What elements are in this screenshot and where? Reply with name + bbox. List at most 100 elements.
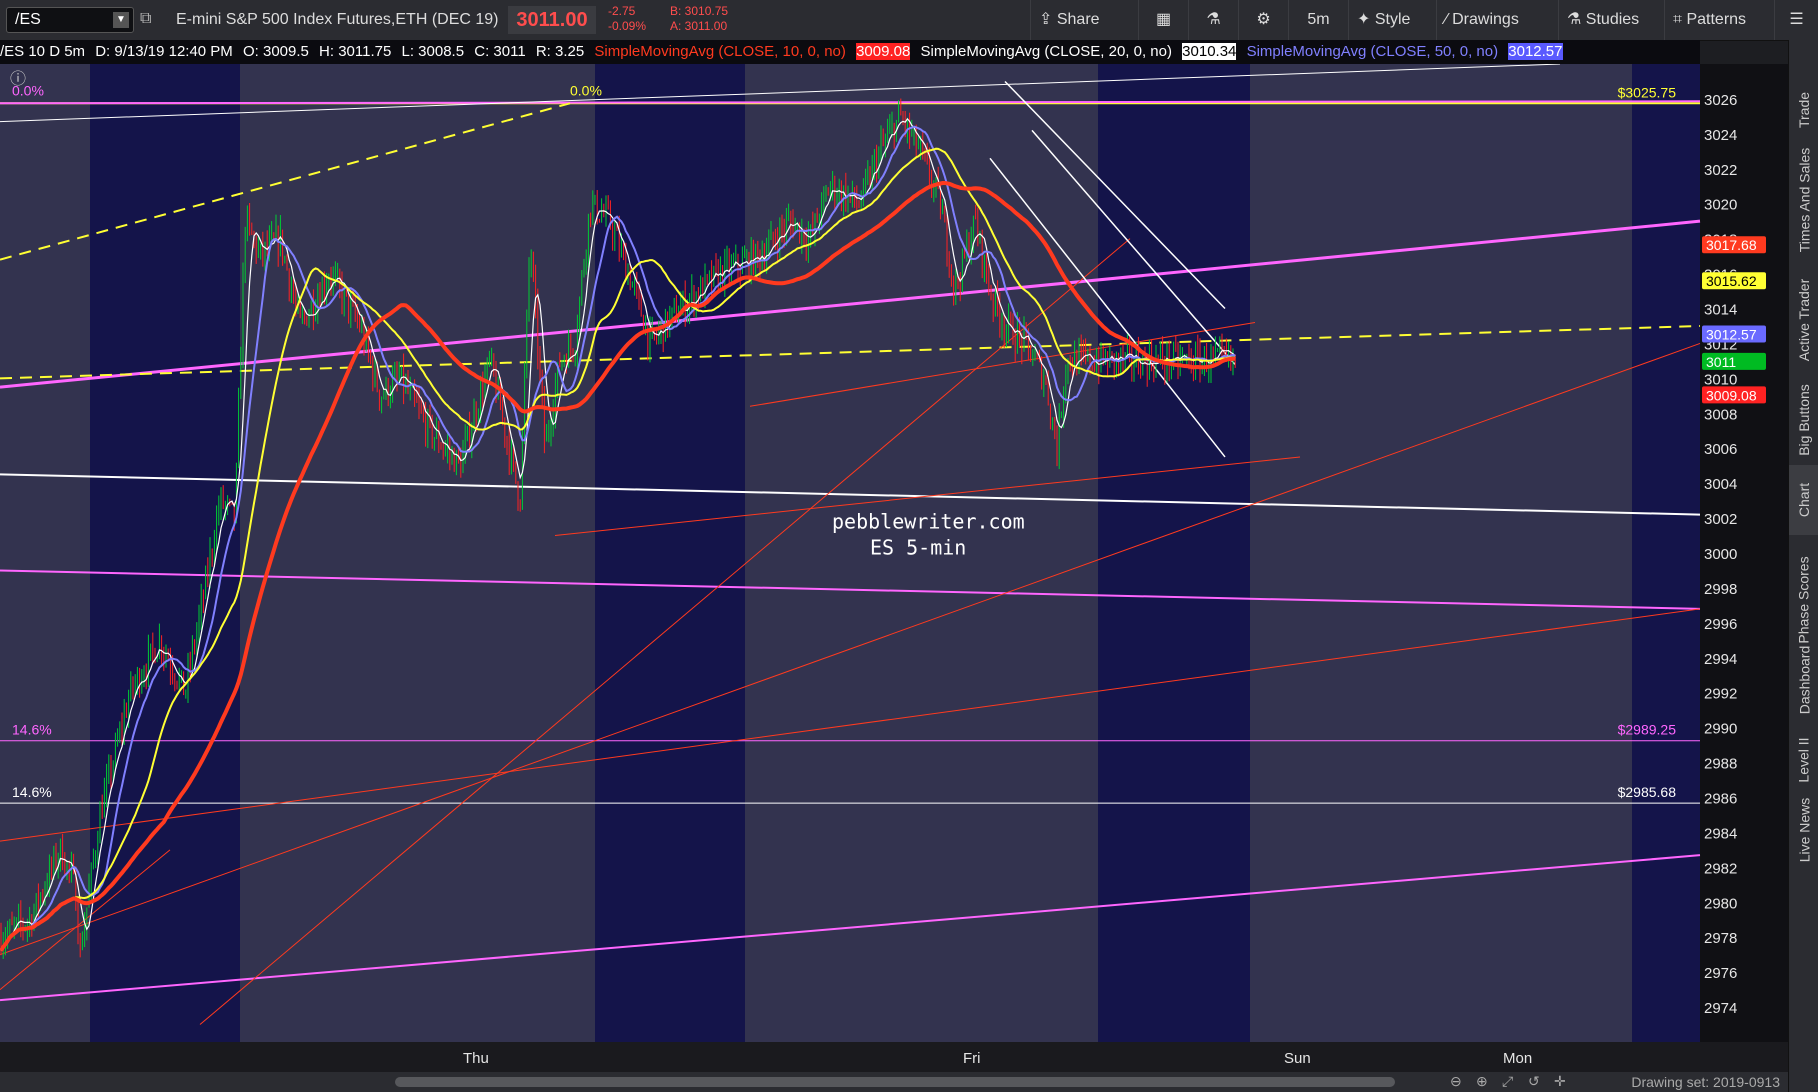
session-band: [1250, 64, 1632, 1042]
symbol-text: /ES: [15, 11, 41, 28]
y-tick-label: 3000: [1704, 546, 1737, 563]
symbol-selector[interactable]: /ES ▼: [6, 7, 134, 33]
drawing-set-label: Drawing set: 2019-0913: [1631, 1074, 1780, 1090]
x-tick-label: Sun: [1284, 1050, 1311, 1067]
price-change: -2.75 -0.09%: [608, 4, 646, 34]
studies-flask-button[interactable]: ⚗: [1188, 0, 1238, 40]
watermark-text: ES 5-min: [870, 536, 966, 560]
y-tick-label: 2988: [1704, 756, 1737, 773]
side-tab-label: Big Buttons: [1796, 384, 1813, 456]
price-tag-label: 3009.08: [1706, 387, 1757, 403]
bid-ask: B: 3010.75 A: 3011.00: [670, 4, 728, 34]
info-close: C: 3011: [474, 43, 526, 60]
chevron-down-icon[interactable]: ▼: [113, 12, 129, 28]
side-tab-level-ii[interactable]: Level II: [1789, 725, 1818, 795]
info-low: L: 3008.5: [401, 43, 465, 60]
ask-value: A: 3011.00: [670, 19, 728, 33]
sma20-value: 3010.34: [1182, 43, 1237, 60]
zoom-out-icon[interactable]: ⊖: [1450, 1073, 1462, 1090]
y-tick-label: 2976: [1704, 965, 1737, 982]
cursor-icon[interactable]: ✛: [1554, 1073, 1566, 1090]
change-percent: -0.09%: [608, 19, 647, 33]
y-tick-label: 3006: [1704, 441, 1737, 458]
style-icon: ✦: [1357, 11, 1375, 28]
style-label: Style: [1374, 11, 1411, 28]
change-value: -2.75: [608, 4, 636, 18]
side-tab-label: Trade: [1796, 91, 1812, 129]
grid-button[interactable]: ▦: [1138, 0, 1188, 40]
share-label: Share: [1056, 11, 1100, 28]
side-tab-label: Live News: [1796, 797, 1812, 863]
flask-icon: ⚗: [1206, 11, 1221, 28]
info-open: O: 3009.5: [242, 43, 309, 60]
price-tag-label: 3017.68: [1706, 237, 1757, 253]
settings-button[interactable]: ⚙: [1238, 0, 1288, 40]
level-annotation: $2989.25: [1618, 722, 1677, 738]
y-tick-label: 2984: [1704, 825, 1737, 842]
y-tick-label: 2992: [1704, 686, 1737, 703]
info-symbol: /ES 10 D 5m: [0, 43, 86, 60]
side-tab-label: Chart: [1796, 482, 1813, 518]
watermark-text: pebblewriter.com: [832, 510, 1025, 534]
y-tick-label: 3026: [1704, 92, 1737, 109]
session-band: [1632, 64, 1700, 1042]
y-tick-label: 3010: [1704, 371, 1737, 388]
drawing-tool-icon: ⟋: [1704, 64, 1716, 66]
side-tab-live-news[interactable]: Live News: [1789, 790, 1818, 870]
level-annotation: 0.0%: [570, 82, 602, 98]
link-icon[interactable]: ⧉: [140, 10, 151, 28]
grid-icon: ▦: [1155, 11, 1172, 28]
y-tick-label: 3020: [1704, 197, 1737, 214]
level-annotation: 14.6%: [12, 722, 52, 738]
side-tab-times-and-sales[interactable]: Times And Sales: [1789, 135, 1818, 265]
studies-button[interactable]: ⚗ Studies: [1558, 0, 1664, 40]
session-band: [595, 64, 745, 1042]
menu-button[interactable]: ☰: [1774, 0, 1818, 40]
patterns-label: Patterns: [1686, 11, 1747, 28]
y-tick-label: 2982: [1704, 860, 1737, 877]
style-button[interactable]: ✦ Style: [1348, 0, 1436, 40]
side-tab-label: Active Trader: [1796, 278, 1813, 362]
gear-icon: ⚙: [1256, 11, 1271, 28]
y-tick-label: 2980: [1704, 895, 1737, 912]
sma50-value: 3012.57: [1508, 43, 1563, 60]
sma20-label: SimpleMovingAvg (CLOSE, 20, 0, no): [920, 43, 1172, 60]
y-tick-label: 2994: [1704, 651, 1737, 668]
y-tick-label: 3014: [1704, 302, 1737, 319]
y-tick-label: 3004: [1704, 476, 1737, 493]
level-annotation: $2985.68: [1618, 784, 1677, 800]
side-tab-chart[interactable]: Chart: [1789, 465, 1818, 535]
top-toolbar: /ES ▼ ⧉ E-mini S&P 500 Index Futures,ETH…: [0, 0, 1818, 41]
side-tab-dashboard[interactable]: Dashboard: [1789, 635, 1818, 725]
share-button[interactable]: ⇪ Share: [1030, 0, 1138, 40]
y-tick-label: 2974: [1704, 1000, 1737, 1017]
side-tab-big-buttons[interactable]: Big Buttons: [1789, 375, 1818, 465]
side-tab-trade[interactable]: Trade: [1789, 85, 1818, 135]
sma10-value: 3009.08: [856, 43, 911, 60]
y-tick-label: 2990: [1704, 721, 1737, 738]
scrollbar[interactable]: [395, 1077, 1395, 1087]
chart-area[interactable]: 2974 2976 2978 2980 2982 2984 2986 2988 2990 2992…: [0, 49, 1788, 1072]
bottom-bar: ⊖ ⊕ ⤢ ↺ ✛ Drawing set: 2019-0913: [0, 1072, 1788, 1092]
symbol-description: E-mini S&P 500 Index Futures,ETH (DEC 19…: [176, 11, 499, 28]
share-icon: ⇪: [1039, 11, 1057, 28]
flask-icon: ⚗: [1567, 11, 1586, 28]
side-tab-label: Times And Sales: [1796, 147, 1812, 253]
side-tab-label: Dashboard: [1796, 645, 1812, 715]
patterns-button[interactable]: ⌗ Patterns: [1664, 0, 1774, 40]
side-tab-active-trader[interactable]: Active Trader: [1789, 265, 1818, 375]
reset-icon[interactable]: ↺: [1528, 1073, 1540, 1090]
price-tag-label: 3015.62: [1706, 273, 1757, 289]
side-tab-bar: Trade Times And Sales Active Trader Big But…: [1788, 40, 1818, 1092]
zoom-in-icon[interactable]: ⊕: [1476, 1073, 1488, 1090]
drawings-button[interactable]: ∕ Drawings: [1436, 0, 1558, 40]
sma10-label: SimpleMovingAvg (CLOSE, 10, 0, no): [594, 43, 846, 60]
expand-icon[interactable]: ⤢: [1502, 1073, 1513, 1090]
price-chart[interactable]: 2974 2976 2978 2980 2982 2984 2986 2988 2990 2992…: [0, 49, 1788, 1072]
timeframe-button[interactable]: 5m: [1288, 0, 1348, 40]
last-price: 3011.00: [508, 6, 596, 34]
price-tag-label: 3012.57: [1706, 326, 1757, 342]
y-tick-label: 2996: [1704, 616, 1737, 633]
side-tab-label: Level II: [1796, 737, 1813, 783]
price-tag-label: 3011: [1706, 354, 1736, 370]
